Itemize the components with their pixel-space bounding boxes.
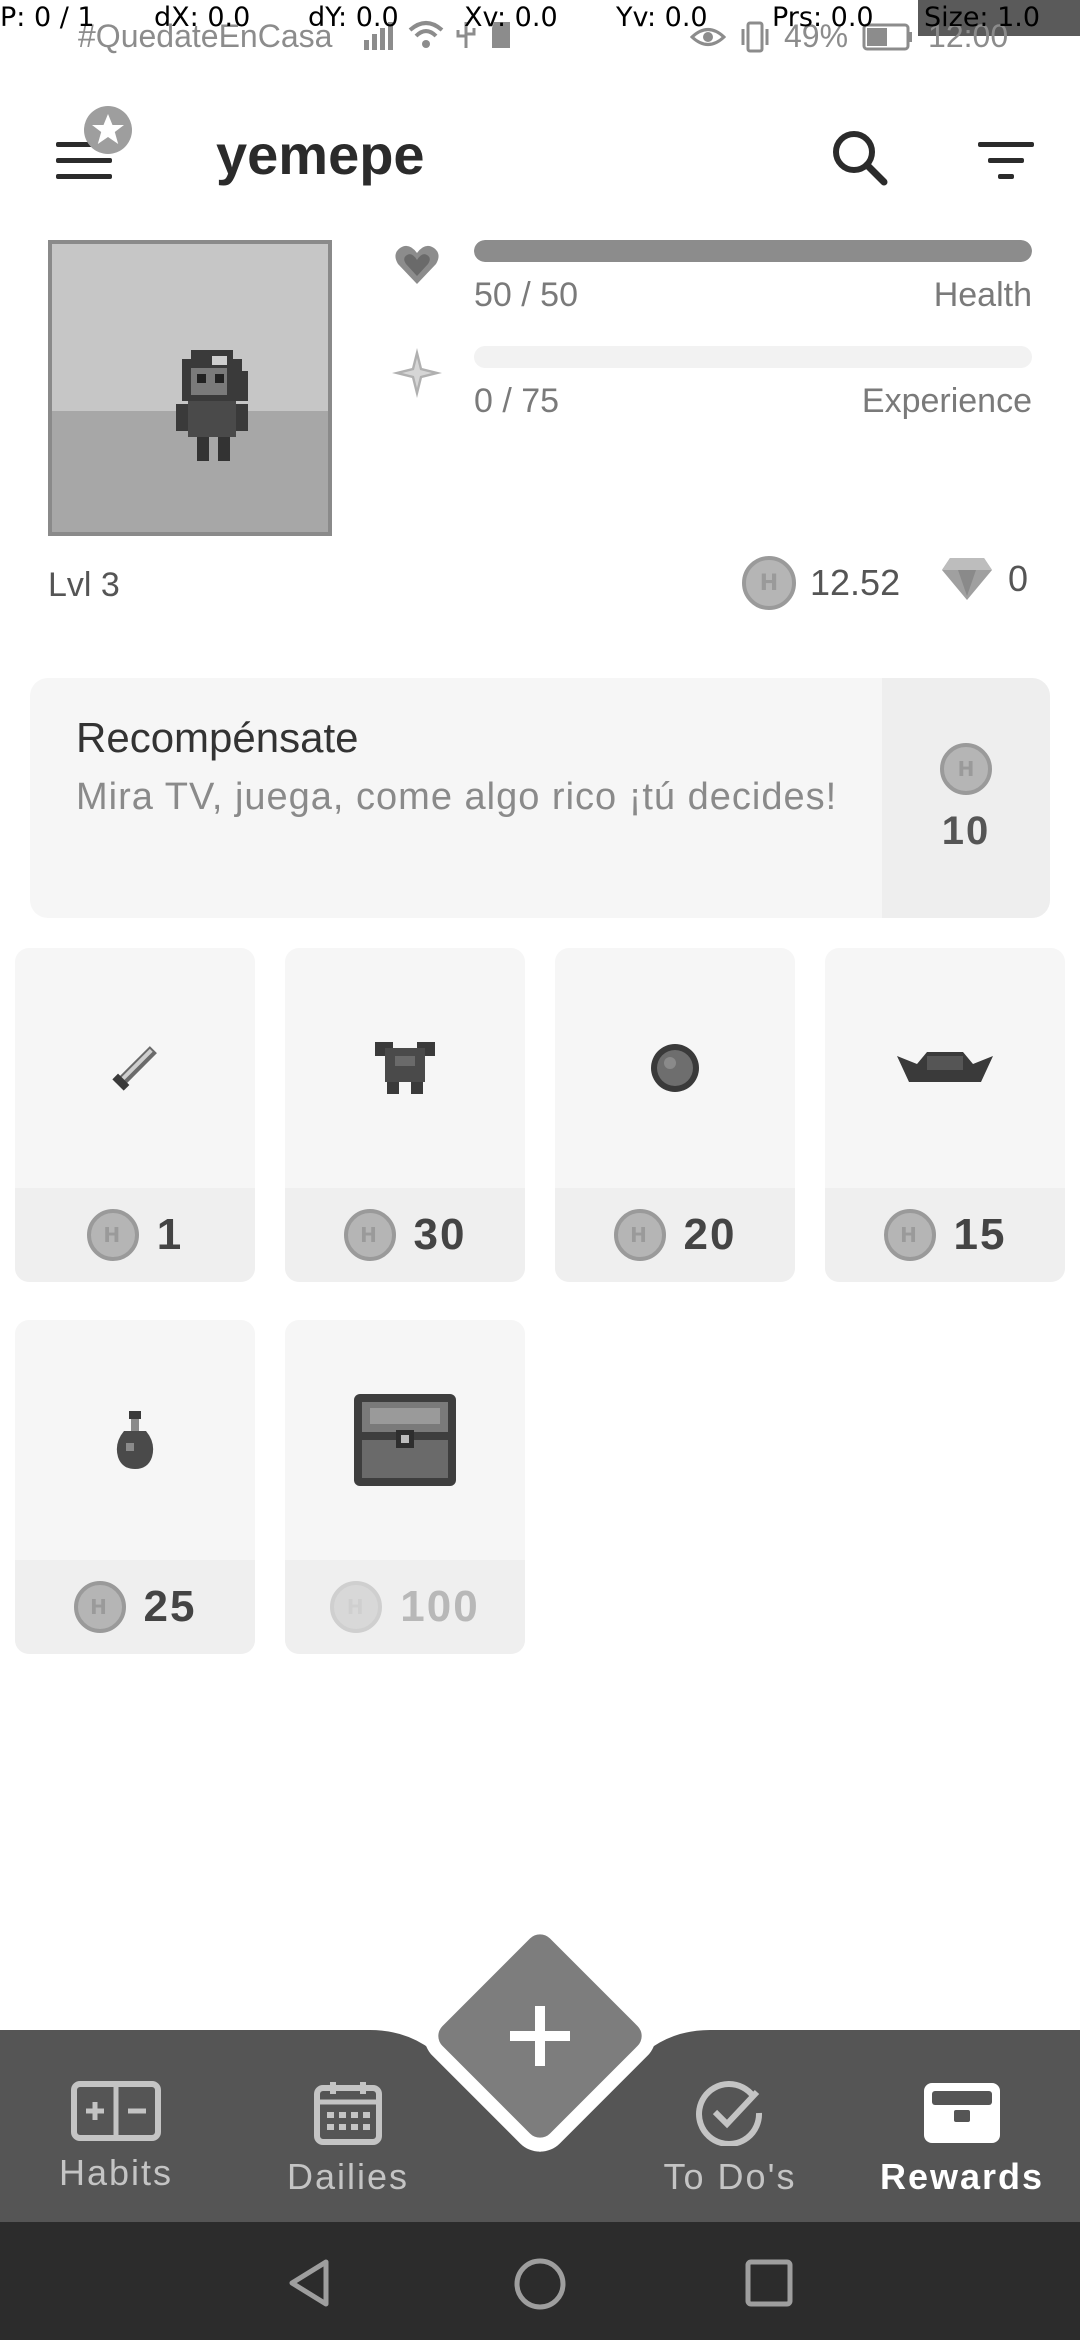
recents-icon[interactable] xyxy=(744,2258,794,2308)
reward-buy-button[interactable]: H 10 xyxy=(882,678,1050,918)
debug-dy: dY: 0.0 xyxy=(308,2,399,33)
check-circle-icon xyxy=(696,2081,763,2146)
shop-item[interactable]: H 100 xyxy=(285,1320,525,1654)
search-button[interactable] xyxy=(826,124,896,194)
debug-size: Size: 1.0 xyxy=(924,2,1041,33)
shop-item[interactable]: H 25 xyxy=(15,1320,255,1654)
nav-rewards-label: Rewards xyxy=(879,2156,1045,2197)
plus-icon xyxy=(510,2006,570,2066)
item-price: H 30 xyxy=(285,1188,525,1282)
gold-coin-icon: H xyxy=(330,1581,383,1633)
debug-xv: Xv: 0.0 xyxy=(464,2,558,33)
gold-coin-icon: H xyxy=(742,556,796,610)
item-price-value: 20 xyxy=(683,1210,737,1259)
rewards-chest-icon xyxy=(924,2083,1000,2143)
gem-icon xyxy=(942,558,992,600)
potion-icon xyxy=(15,1320,255,1560)
item-price-value: 15 xyxy=(953,1210,1007,1259)
filter-icon-bar xyxy=(998,174,1014,179)
avatar[interactable] xyxy=(48,240,332,536)
armor-icon xyxy=(285,948,525,1188)
gold-amount: 12.52 xyxy=(810,562,901,603)
nav-dailies-label: Dailies xyxy=(286,2156,410,2197)
gem-counter[interactable]: 0 xyxy=(940,556,1028,602)
nav-dailies[interactable]: Dailies xyxy=(258,2080,438,2210)
shield-icon xyxy=(555,948,795,1188)
back-icon[interactable] xyxy=(286,2258,334,2308)
plus-icon-vertical xyxy=(535,2006,545,2066)
experience-label: Experience xyxy=(861,382,1032,420)
item-price-value: 1 xyxy=(156,1210,184,1259)
experience-bar xyxy=(474,346,1032,368)
chest-icon xyxy=(285,1320,525,1560)
gold-coin-icon: H xyxy=(883,1209,936,1261)
shop-item[interactable]: H 15 xyxy=(825,948,1065,1282)
shop-item[interactable]: H 30 xyxy=(285,948,525,1282)
reward-cost-value: 10 xyxy=(941,808,991,853)
gold-coin-icon: H xyxy=(343,1209,396,1261)
pointer-location-overlay: P: 0 / 1 dX: 0.0 dY: 0.0 Xv: 0.0 Yv: 0.0… xyxy=(0,0,1080,36)
hat-icon xyxy=(825,948,1065,1188)
gem-amount: 0 xyxy=(1008,558,1029,599)
experience-value: 0 / 75 xyxy=(474,382,560,420)
debug-pointer: P: 0 / 1 xyxy=(0,2,95,33)
nav-todos[interactable]: To Do's xyxy=(640,2080,820,2210)
star-badge-icon xyxy=(84,106,132,154)
shop-item[interactable]: H 1 xyxy=(15,948,255,1282)
item-price: H 1 xyxy=(15,1188,255,1282)
item-price: H 25 xyxy=(15,1560,255,1654)
gold-coin-icon: H xyxy=(73,1581,126,1633)
debug-yv: Yv: 0.0 xyxy=(616,2,708,33)
gold-coin-icon: H xyxy=(613,1209,666,1261)
heart-icon xyxy=(395,245,439,284)
health-bar xyxy=(474,240,1032,262)
calendar-icon xyxy=(314,2082,382,2145)
nav-habits[interactable]: Habits xyxy=(26,2080,206,2210)
item-price: H 20 xyxy=(555,1188,795,1282)
search-icon xyxy=(833,131,888,186)
item-price-value: 100 xyxy=(400,1582,480,1631)
item-price-value: 30 xyxy=(413,1210,467,1259)
health-label: Health xyxy=(933,276,1032,314)
shop-item[interactable]: H 20 xyxy=(555,948,795,1282)
debug-dx: dX: 0.0 xyxy=(154,2,251,33)
avatar-sprite-icon xyxy=(176,350,248,461)
gold-coin-icon: H xyxy=(86,1209,139,1261)
habits-icon xyxy=(71,2081,161,2141)
filter-icon-bar xyxy=(988,158,1024,163)
weapon-icon xyxy=(15,948,255,1188)
item-price: H 100 xyxy=(285,1560,525,1654)
reward-notes: Mira TV, juega, come algo rico ¡tú decid… xyxy=(76,776,838,818)
nav-rewards[interactable]: Rewards xyxy=(872,2080,1052,2210)
item-price-value: 25 xyxy=(143,1582,197,1631)
menu-icon-bar xyxy=(56,174,112,179)
health-bar-fill xyxy=(474,240,1032,262)
experience-star-icon xyxy=(392,348,442,398)
home-icon[interactable] xyxy=(512,2256,568,2312)
custom-reward-card[interactable]: Recompénsate Mira TV, juega, come algo r… xyxy=(30,678,1050,918)
gold-coin-icon: H xyxy=(940,742,992,795)
reward-title: Recompénsate xyxy=(76,714,359,761)
debug-prs: Prs: 0.0 xyxy=(772,2,874,33)
toolbar: yemepe xyxy=(0,100,1080,212)
item-price: H 15 xyxy=(825,1188,1065,1282)
page-title: yemepe xyxy=(216,123,425,186)
filter-icon-bar xyxy=(978,142,1034,147)
filter-button[interactable] xyxy=(972,130,1042,190)
level-label: Lvl 3 xyxy=(48,566,120,604)
system-navigation-bar xyxy=(0,2222,1080,2340)
health-value: 50 / 50 xyxy=(474,276,578,314)
nav-habits-label: Habits xyxy=(58,2152,174,2193)
nav-todos-label: To Do's xyxy=(663,2156,797,2197)
menu-icon-bar xyxy=(56,158,112,163)
gold-counter[interactable]: H 12.52 xyxy=(742,556,900,610)
